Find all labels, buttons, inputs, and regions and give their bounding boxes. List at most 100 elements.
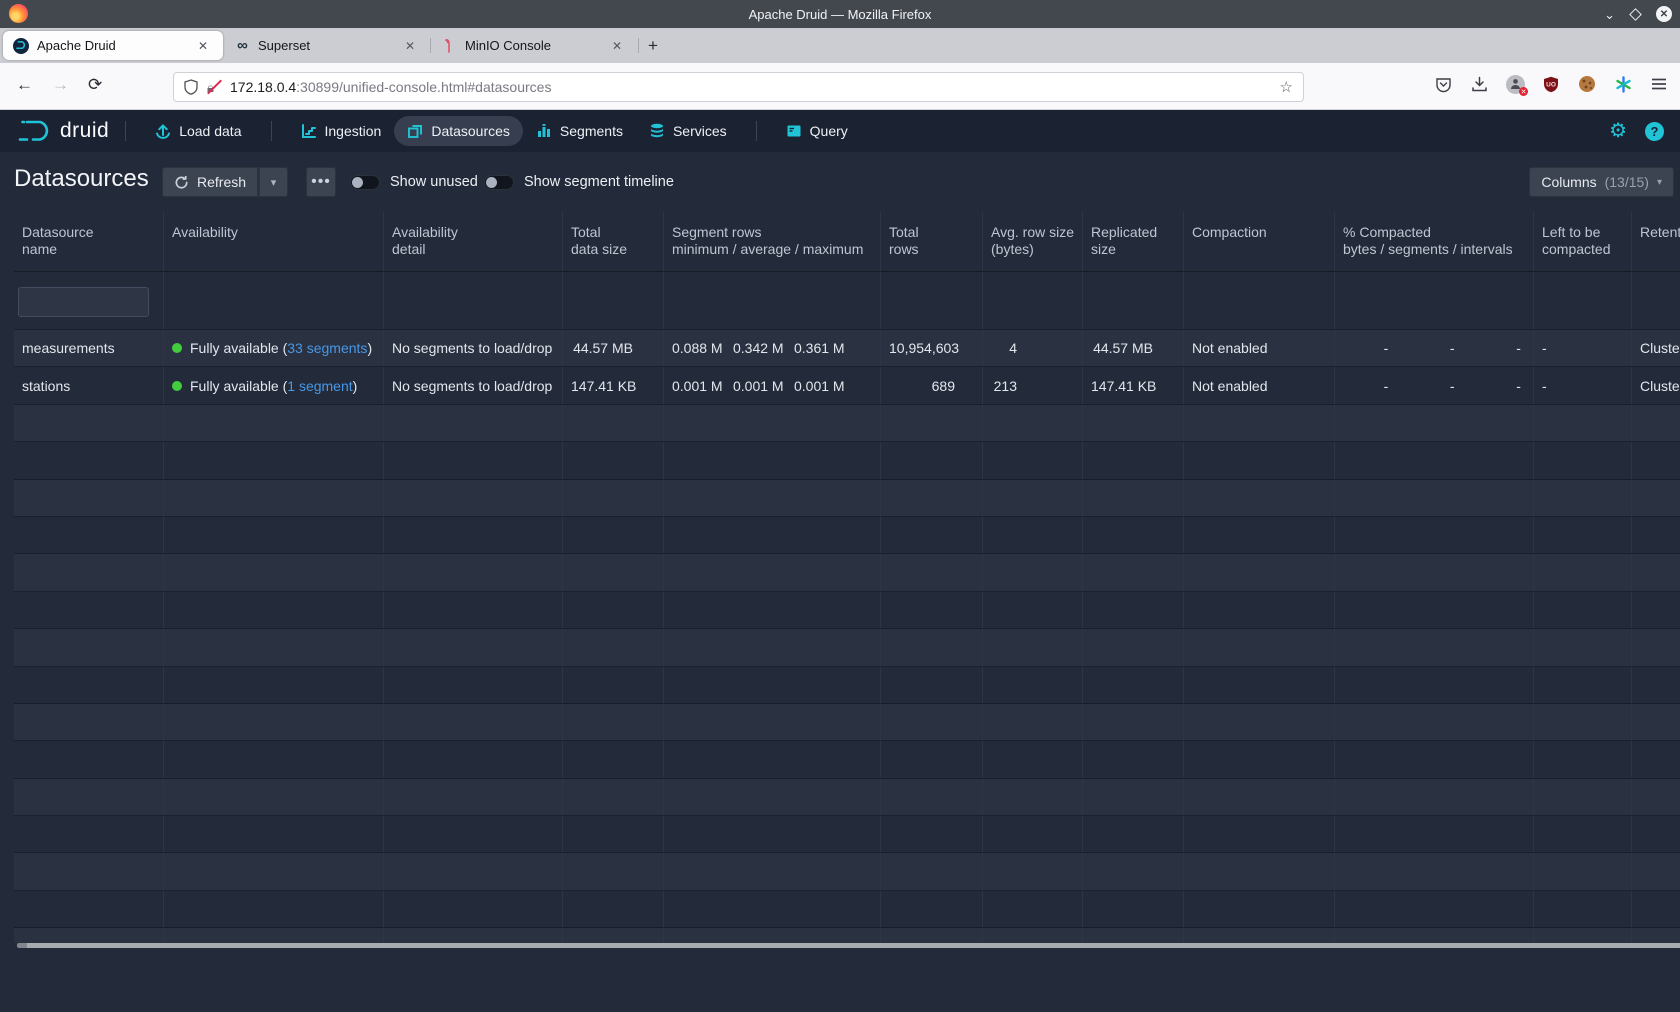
extension-avatar-icon[interactable]: ✕ xyxy=(1504,73,1526,95)
load-data-icon xyxy=(155,123,171,139)
tab-label: Superset xyxy=(258,38,392,53)
table-empty-row xyxy=(14,442,1680,479)
minimize-icon[interactable]: ⌄ xyxy=(1604,8,1615,21)
settings-gear-icon[interactable]: ⚙ xyxy=(1609,121,1627,141)
segment-rows-cell: 0.001 M0.001 M0.001 M xyxy=(664,367,881,403)
tab-close-icon[interactable]: ✕ xyxy=(607,39,627,53)
nav-item-services[interactable]: Services xyxy=(636,116,740,146)
query-icon xyxy=(786,123,802,139)
tab-apache-druid[interactable]: Apache Druid ✕ xyxy=(3,31,223,60)
segments-link[interactable]: 1 segment xyxy=(287,378,352,394)
column-header[interactable]: Segment rowsminimum / average / maximum xyxy=(664,212,881,271)
replicated-size-cell: 44.57 MB xyxy=(1083,330,1184,366)
show-segment-timeline-toggle[interactable] xyxy=(484,175,514,190)
column-header[interactable]: Replicatedsize xyxy=(1083,212,1184,271)
nav-divider xyxy=(756,121,757,141)
table-empty-row xyxy=(14,629,1680,666)
druid-logo-icon xyxy=(18,118,54,144)
nav-item-label: Segments xyxy=(560,123,623,139)
nav-item-label: Ingestion xyxy=(325,123,382,139)
scrollbar-thumb[interactable] xyxy=(27,943,1680,948)
column-header[interactable]: Avg. row size(bytes) xyxy=(983,212,1083,271)
segment-rows-cell: 0.088 M0.342 M0.361 M xyxy=(664,330,881,366)
table-filter-row xyxy=(14,272,1680,330)
column-header[interactable]: Availability xyxy=(164,212,384,271)
columns-button[interactable]: Columns (13/15) ▾ xyxy=(1529,167,1674,197)
column-header[interactable]: Compaction xyxy=(1184,212,1335,271)
show-unused-label: Show unused xyxy=(390,174,478,190)
column-header[interactable]: Totaldata size xyxy=(563,212,664,271)
availability-detail-cell: No segments to load/drop xyxy=(384,367,563,403)
window-titlebar: Apache Druid — Mozilla Firefox ⌄ ✕ xyxy=(0,0,1680,28)
navbar-right: ⚙ ? xyxy=(1609,121,1664,141)
druid-logo[interactable]: druid xyxy=(18,118,109,144)
downloads-icon[interactable] xyxy=(1468,73,1490,95)
retention-cell: Cluster default xyxy=(1632,330,1680,366)
help-icon[interactable]: ? xyxy=(1645,122,1664,141)
ingestion-icon xyxy=(301,123,317,139)
table-row[interactable]: measurements Fully available (33 segment… xyxy=(14,330,1680,367)
nav-item-datasources[interactable]: Datasources xyxy=(394,116,523,146)
horizontal-scrollbar[interactable] xyxy=(17,943,1680,948)
nav-item-ingestion[interactable]: Ingestion xyxy=(288,116,395,146)
column-header[interactable]: Retention xyxy=(1632,212,1680,271)
table-empty-row xyxy=(14,554,1680,591)
tab-close-icon[interactable]: ✕ xyxy=(193,39,213,53)
column-header[interactable]: % Compactedbytes / segments / intervals xyxy=(1335,212,1534,271)
nav-item-label: Services xyxy=(673,123,727,139)
refresh-button[interactable]: Refresh xyxy=(162,167,258,197)
spark-extension-icon[interactable] xyxy=(1612,73,1634,95)
svg-text:UO: UO xyxy=(1546,81,1556,88)
new-tab-button[interactable]: + xyxy=(648,36,658,56)
cookie-icon[interactable] xyxy=(1576,73,1598,95)
table-row[interactable]: stations Fully available (1 segment) No … xyxy=(14,367,1680,404)
datasources-table: Datasourcename Availability Availability… xyxy=(14,212,1680,943)
url-bar[interactable]: 🔒︎ 172.18.0.4:30899/unified-console.html… xyxy=(173,72,1304,102)
druid-navbar: druid Load data Ingestion Datasources xyxy=(0,110,1680,152)
nav-item-load-data[interactable]: Load data xyxy=(142,116,254,146)
total-rows-cell: 10,954,603 xyxy=(881,330,983,366)
maximize-icon[interactable] xyxy=(1629,8,1642,21)
browser-toolbar: ← → ⟳ 🔒︎ 172.18.0.4:30899/unified-consol… xyxy=(0,63,1680,110)
availability-detail-cell: No segments to load/drop xyxy=(384,330,563,366)
bookmark-star-icon[interactable]: ☆ xyxy=(1280,78,1293,96)
tab-minio[interactable]: MinIO Console ✕ xyxy=(431,31,637,60)
tab-superset[interactable]: ∞ Superset ✕ xyxy=(224,31,430,60)
table-empty-row xyxy=(14,592,1680,629)
table-header-row: Datasourcename Availability Availability… xyxy=(14,212,1680,272)
datasource-name-filter-input[interactable] xyxy=(18,287,149,317)
total-data-size-cell: 44.57 MB xyxy=(563,330,664,366)
more-actions-button[interactable]: ••• xyxy=(306,167,336,197)
tab-close-icon[interactable]: ✕ xyxy=(400,39,420,53)
column-header[interactable]: Availabilitydetail xyxy=(384,212,563,271)
left-to-compact-cell: - xyxy=(1534,367,1632,403)
avg-row-size-cell: 4 xyxy=(983,330,1083,366)
total-data-size-cell: 147.41 KB xyxy=(563,367,664,403)
window-controls: ⌄ ✕ xyxy=(1604,0,1672,28)
show-unused-toggle[interactable] xyxy=(350,175,380,190)
close-icon[interactable]: ✕ xyxy=(1656,6,1672,22)
window-title: Apache Druid — Mozilla Firefox xyxy=(0,7,1680,22)
column-header[interactable]: Totalrows xyxy=(881,212,983,271)
nav-item-segments[interactable]: Segments xyxy=(523,116,636,146)
total-rows-cell: 689 xyxy=(881,367,983,403)
refresh-dropdown-button[interactable]: ▾ xyxy=(258,167,288,197)
nav-item-query[interactable]: Query xyxy=(773,116,861,146)
table-empty-row xyxy=(14,405,1680,442)
insecure-lock-icon[interactable]: 🔒︎ xyxy=(207,79,221,95)
column-header[interactable]: Datasourcename xyxy=(14,212,164,271)
back-button[interactable]: ← xyxy=(16,75,33,95)
ublock-origin-icon[interactable]: UO xyxy=(1540,73,1562,95)
shield-icon[interactable] xyxy=(184,79,198,95)
menu-hamburger-icon[interactable] xyxy=(1648,73,1670,95)
left-to-compact-cell: - xyxy=(1534,330,1632,366)
compaction-cell: Not enabled xyxy=(1184,367,1335,403)
reload-button[interactable]: ⟳ xyxy=(88,75,102,95)
pocket-icon[interactable] xyxy=(1432,73,1454,95)
segments-link[interactable]: 33 segments xyxy=(287,340,367,356)
column-header[interactable]: Left to becompacted xyxy=(1534,212,1632,271)
datasource-name-cell: stations xyxy=(14,367,164,403)
table-empty-row xyxy=(14,779,1680,816)
tab-label: Apache Druid xyxy=(37,38,185,53)
table-empty-row xyxy=(14,816,1680,853)
